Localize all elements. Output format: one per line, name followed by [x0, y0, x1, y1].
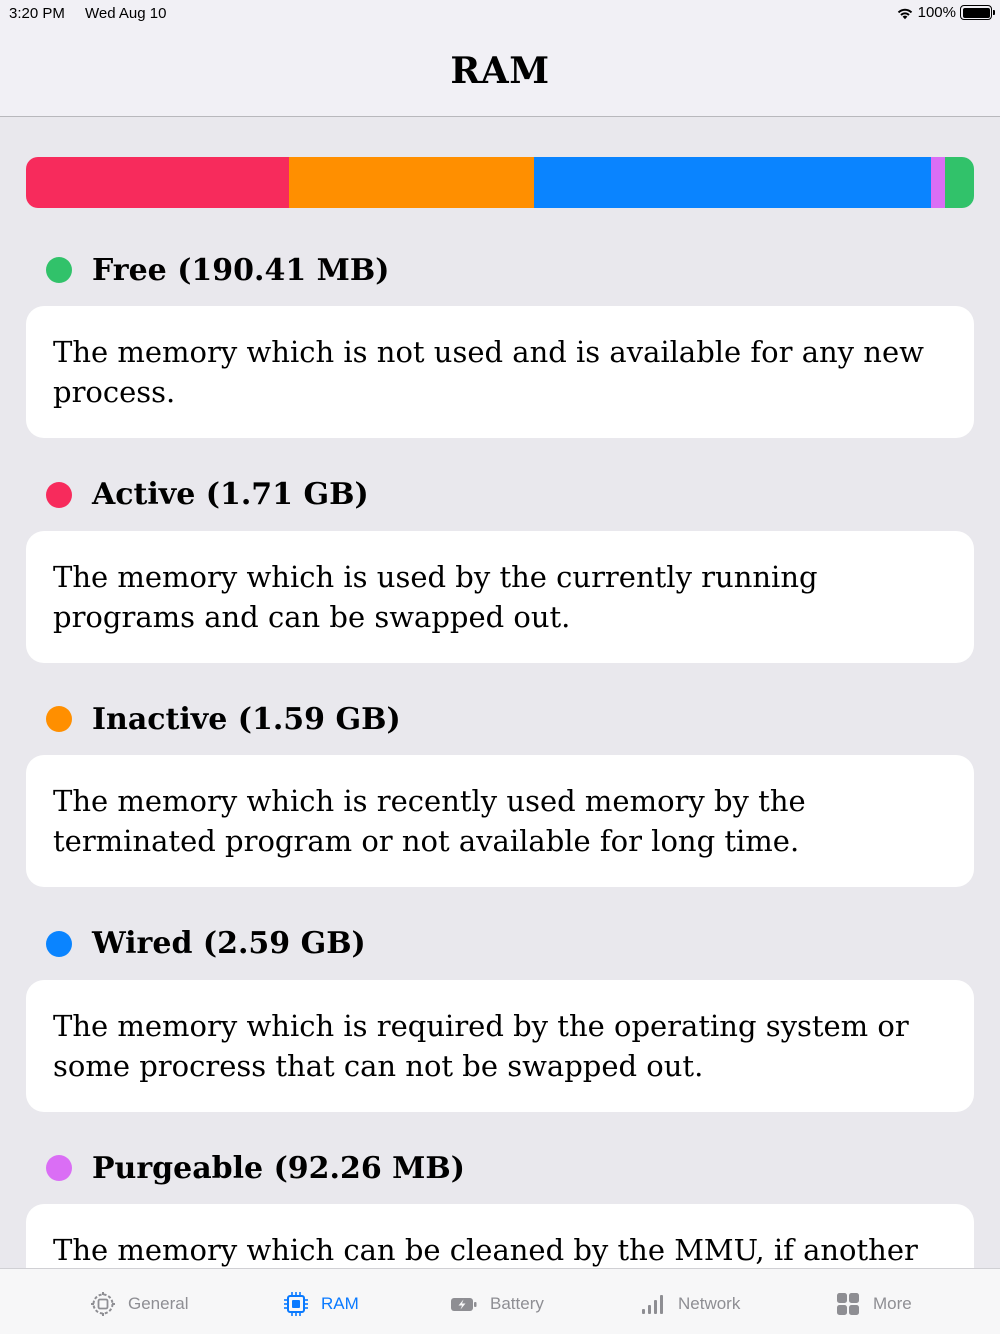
- section-header: Free (190.41 MB): [46, 250, 389, 290]
- gear-chip-icon: [91, 1292, 115, 1316]
- ram-content[interactable]: Free (190.41 MB) The memory which is not …: [0, 117, 1000, 1268]
- description-text: The memory which can be cleaned by the M…: [53, 1233, 918, 1267]
- section-title: Purgeable (92.26 MB): [92, 1150, 465, 1186]
- tab-bar: General RAM Battery Network More: [0, 1268, 1000, 1334]
- description-card: The memory which is recently used memory…: [26, 755, 974, 887]
- legend-dot: [46, 257, 72, 283]
- tab-battery-label: Battery: [490, 1294, 544, 1313]
- section-header: Purgeable (92.26 MB): [46, 1148, 465, 1188]
- page-title: RAM: [450, 50, 550, 92]
- memory-usage-bar: [26, 157, 974, 208]
- tab-ram-label: RAM: [321, 1294, 359, 1313]
- tab-more[interactable]: More: [835, 1291, 912, 1317]
- legend-dot: [46, 706, 72, 732]
- battery-percent: 100%: [917, 4, 956, 21]
- tab-ram[interactable]: RAM: [283, 1291, 359, 1317]
- description-card: The memory which is not used and is avai…: [26, 306, 974, 438]
- section-title: Wired (2.59 GB): [92, 926, 366, 961]
- legend-dot: [46, 930, 72, 957]
- tab-general-label: General: [128, 1294, 189, 1313]
- description-text: The memory which is used by the currentl…: [53, 559, 818, 634]
- tab-more-label: More: [873, 1294, 912, 1313]
- section-header: Active (1.71 GB): [46, 475, 369, 515]
- status-date: Wed Aug 10: [85, 5, 167, 22]
- signal-bars-icon: [642, 1295, 663, 1314]
- description-text: The memory which is required by the oper…: [53, 1008, 909, 1083]
- status-time: 3:20 PM: [9, 5, 65, 22]
- chip-icon: [284, 1292, 308, 1316]
- description-text: The memory which is not used and is avai…: [53, 335, 924, 409]
- section-title: Inactive (1.59 GB): [92, 701, 401, 737]
- description-card: The memory which can be cleaned by the M…: [26, 1204, 974, 1268]
- battery-bolt-icon: [451, 1298, 477, 1311]
- wifi-icon: [897, 8, 912, 19]
- grid-icon: [837, 1293, 859, 1315]
- section-title: Free (190.41 MB): [92, 252, 390, 288]
- section-header: Wired (2.59 GB): [46, 924, 366, 964]
- legend-dot: [46, 1155, 72, 1181]
- usage-segment-wired: [534, 157, 932, 208]
- status-indicators: 100%: [896, 4, 995, 21]
- tab-network-label: Network: [678, 1294, 741, 1313]
- usage-segment-free: [944, 157, 974, 208]
- usage-segment-inactive: [288, 157, 535, 208]
- battery-icon: [960, 5, 995, 20]
- tab-general[interactable]: General: [90, 1291, 188, 1317]
- tab-network[interactable]: Network: [640, 1291, 740, 1317]
- status-bar: 3:20 PM Wed Aug 10 100%: [0, 0, 1000, 28]
- usage-segment-purgeable: [931, 157, 945, 208]
- legend-dot: [46, 481, 72, 508]
- tab-battery[interactable]: Battery: [450, 1291, 544, 1317]
- description-card: The memory which is required by the oper…: [26, 979, 974, 1112]
- description-text: The memory which is recently used memory…: [53, 784, 806, 858]
- section-title: Active (1.71 GB): [92, 477, 369, 512]
- description-card: The memory which is used by the currentl…: [26, 530, 974, 663]
- usage-segment-active: [26, 157, 289, 208]
- section-header: Inactive (1.59 GB): [46, 699, 401, 739]
